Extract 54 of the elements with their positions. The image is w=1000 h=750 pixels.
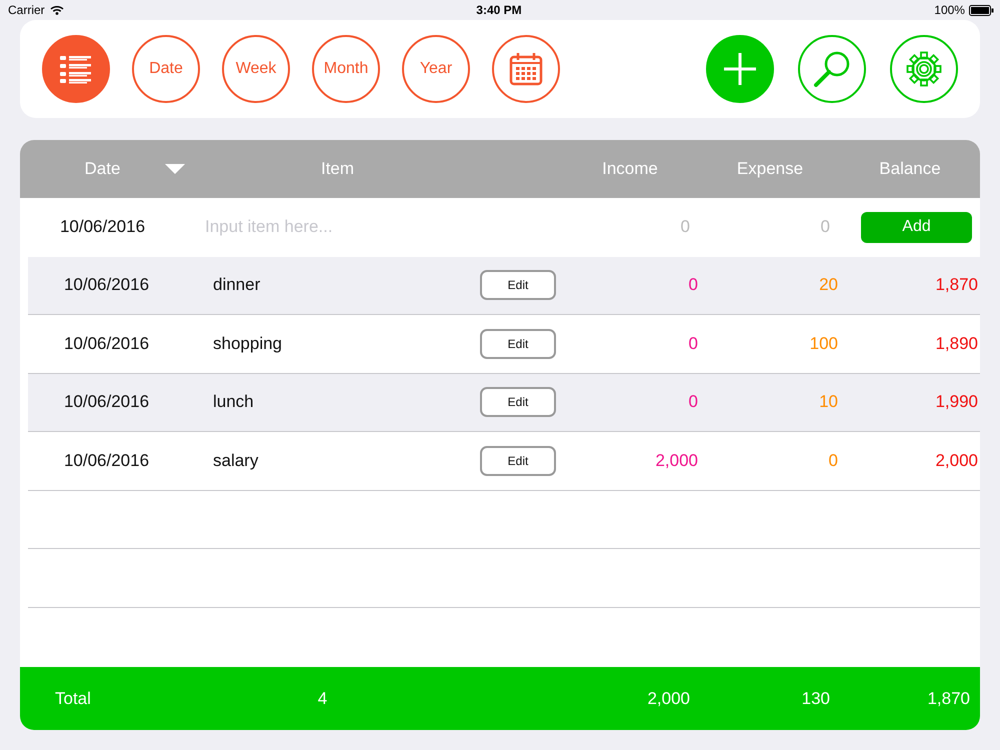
column-header: Income xyxy=(601,159,659,179)
plus-icon xyxy=(723,52,757,86)
income-field[interactable]: 0 xyxy=(560,217,700,238)
total-label: Total xyxy=(54,688,92,708)
column-header: Expense xyxy=(736,159,804,179)
total-expense: 130 xyxy=(800,688,831,708)
income-cell-text: 0 xyxy=(688,275,699,296)
battery-icon xyxy=(968,4,994,16)
expense-cell-text: 20 xyxy=(818,275,839,296)
clock-label: 3:40 PM xyxy=(476,3,522,17)
column-header: Item xyxy=(320,159,356,179)
date-cell-text: 10/06/2016 xyxy=(62,275,150,296)
income-cell-text: 2,000 xyxy=(654,450,699,471)
balance-cell-text: 1,870 xyxy=(934,275,979,296)
edit-button[interactable]: Edit xyxy=(480,446,556,476)
expense-cell-text: 100 xyxy=(808,334,839,354)
filter-button[interactable]: Week xyxy=(222,35,290,103)
filter-button[interactable]: Date xyxy=(132,35,200,103)
edit-button[interactable]: Edit xyxy=(480,270,556,300)
income-cell-text: 0 xyxy=(688,334,699,354)
item-cell-text: shopping xyxy=(212,334,284,354)
item-input-field[interactable]: Input item here... xyxy=(203,216,447,238)
filter-button[interactable]: Year xyxy=(402,35,470,103)
total-count: 4 xyxy=(316,688,328,708)
edit-button[interactable]: Edit xyxy=(480,387,556,418)
calendar-icon xyxy=(509,52,543,86)
item-cell-text: dinner xyxy=(212,275,262,296)
settings-icon xyxy=(906,51,942,87)
expense-cell-text: 0 xyxy=(828,450,839,471)
carrier-label: Carrier xyxy=(8,3,45,17)
battery-label: 100% xyxy=(934,3,965,17)
total-balance: 1,870 xyxy=(926,688,971,708)
column-header: Balance xyxy=(878,159,942,179)
total-income: 2,000 xyxy=(646,688,691,708)
date-cell-text: 10/06/2016 xyxy=(62,392,150,412)
item-cell-text: lunch xyxy=(212,392,255,412)
expense-cell-text: 10 xyxy=(818,392,839,412)
sort-arrow-icon[interactable] xyxy=(165,164,185,174)
balance-cell-text: 2,000 xyxy=(934,450,979,471)
column-header: Date xyxy=(84,159,120,179)
date-field[interactable]: 10/06/2016 xyxy=(20,217,185,238)
balance-cell-text: 1,890 xyxy=(934,334,979,354)
income-cell-text: 0 xyxy=(688,392,699,412)
wifi-icon xyxy=(50,5,64,15)
date-cell-text: 10/06/2016 xyxy=(62,450,150,471)
search-icon xyxy=(813,50,851,88)
add-entry-button[interactable]: Add xyxy=(861,212,972,243)
edit-button[interactable]: Edit xyxy=(480,328,556,359)
filter-button[interactable]: Month xyxy=(312,35,380,103)
balance-cell-text: 1,990 xyxy=(934,392,979,412)
date-cell-text: 10/06/2016 xyxy=(62,334,150,354)
item-cell-text: salary xyxy=(212,450,260,471)
list-icon xyxy=(60,54,92,84)
expense-field[interactable]: 0 xyxy=(700,217,840,238)
